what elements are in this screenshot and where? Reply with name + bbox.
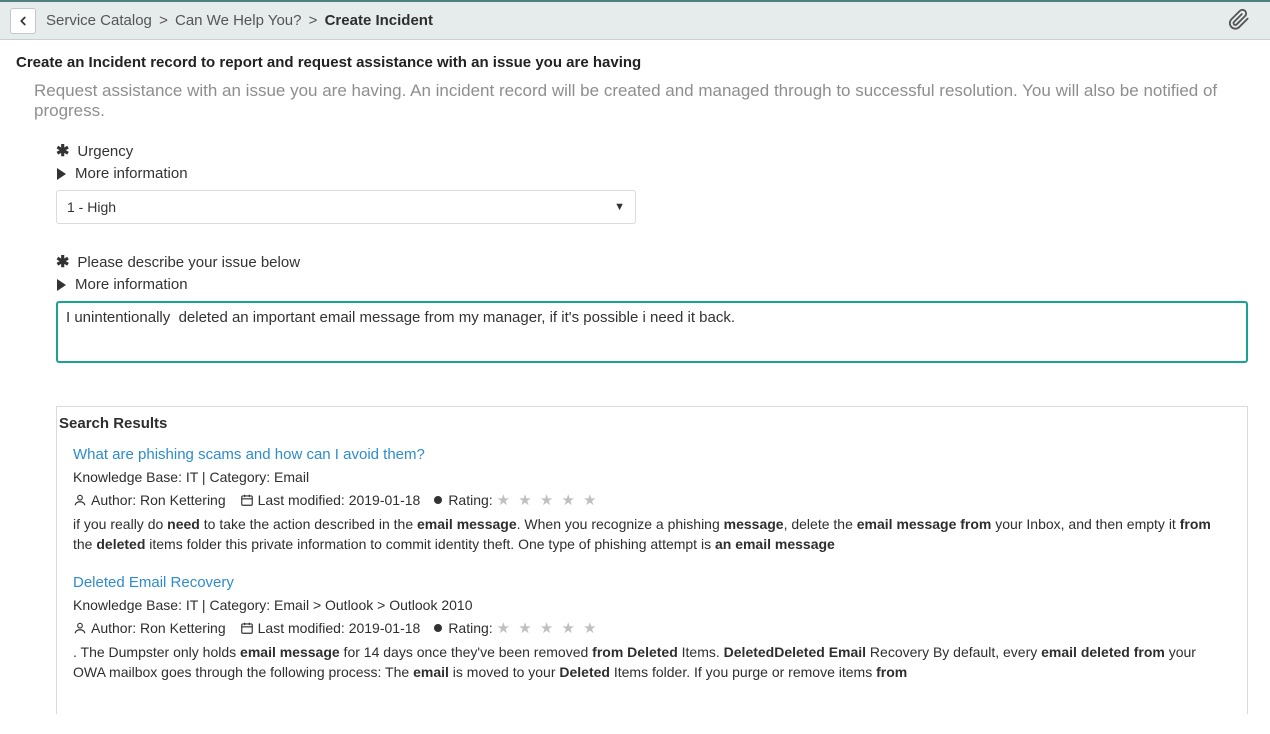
dot-icon	[434, 624, 442, 632]
dot-icon	[434, 496, 442, 504]
attachment-button[interactable]	[1228, 8, 1250, 33]
caret-right-icon	[57, 279, 66, 291]
result-meta: Author: Ron Kettering Last modified: 201…	[73, 619, 1231, 637]
describe-label: Please describe your issue below	[77, 254, 300, 271]
calendar-icon	[240, 493, 254, 507]
page-title: Create an Incident record to report and …	[16, 54, 1254, 71]
header-bar: Service Catalog > Can We Help You? > Cre…	[0, 0, 1270, 40]
calendar-icon	[240, 621, 254, 635]
result-snippet: if you really do need to take the action…	[73, 515, 1231, 554]
urgency-select[interactable]: 1 - High ▼	[56, 190, 636, 224]
result-kb-path: Knowledge Base: IT | Category: Email	[73, 469, 1231, 485]
paperclip-icon	[1228, 8, 1250, 30]
rating-stars: ★ ★ ★ ★ ★	[497, 619, 599, 637]
person-icon	[73, 621, 87, 635]
breadcrumb-l1[interactable]: Service Catalog	[46, 12, 152, 29]
describe-textarea[interactable]	[56, 301, 1248, 363]
rating-stars: ★ ★ ★ ★ ★	[497, 491, 599, 509]
chevron-left-icon	[16, 14, 30, 28]
describe-more-info[interactable]: More information	[56, 276, 1238, 293]
urgency-label: Urgency	[77, 143, 133, 160]
page-subtitle: Request assistance with an issue you are…	[34, 81, 1254, 121]
chevron-down-icon: ▼	[614, 191, 625, 223]
result-title-link[interactable]: Deleted Email Recovery	[73, 574, 1231, 591]
result-title-link[interactable]: What are phishing scams and how can I av…	[73, 446, 1231, 463]
person-icon	[73, 493, 87, 507]
urgency-more-info[interactable]: More information	[56, 165, 1238, 182]
breadcrumb: Service Catalog > Can We Help You? > Cre…	[46, 12, 433, 29]
result-snippet: . The Dumpster only holds email message …	[73, 643, 1231, 682]
required-asterisk-icon: ✱	[56, 252, 69, 272]
caret-right-icon	[57, 168, 66, 180]
search-results-header: Search Results	[59, 407, 1231, 446]
describe-label-row: ✱ Please describe your issue below	[56, 252, 1238, 272]
search-result-item: Deleted Email Recovery Knowledge Base: IT…	[73, 574, 1231, 682]
back-button[interactable]	[10, 8, 36, 34]
result-meta: Author: Ron Kettering Last modified: 201…	[73, 491, 1231, 509]
search-result-item: What are phishing scams and how can I av…	[73, 446, 1231, 554]
search-results: Search Results What are phishing scams a…	[56, 406, 1248, 714]
breadcrumb-l2[interactable]: Can We Help You?	[175, 12, 301, 29]
breadcrumb-l3: Create Incident	[325, 12, 433, 29]
required-asterisk-icon: ✱	[56, 141, 69, 161]
result-kb-path: Knowledge Base: IT | Category: Email > O…	[73, 597, 1231, 613]
urgency-label-row: ✱ Urgency	[56, 141, 1238, 161]
